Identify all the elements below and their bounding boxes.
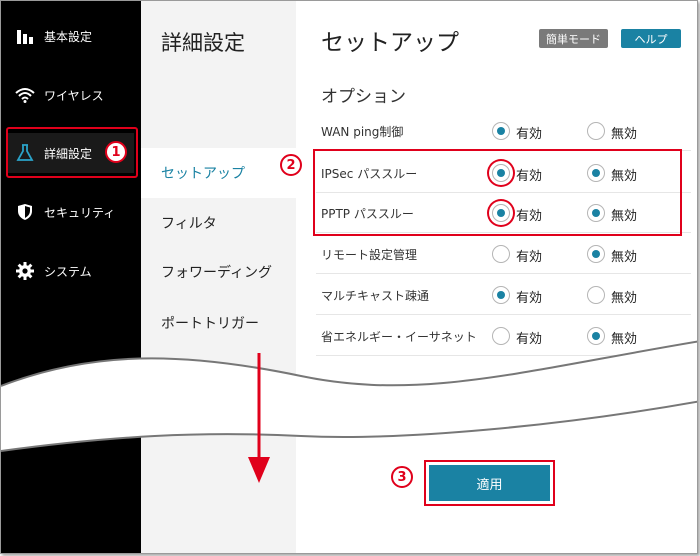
sidebar-item-label: セキュリティ	[44, 205, 116, 220]
option-label: WAN ping制御	[321, 125, 404, 139]
gear-icon	[15, 261, 35, 281]
page-title: セットアップ	[321, 30, 459, 56]
step-2-marker: 2	[280, 154, 302, 176]
option-row-remote-mgmt: リモート設定管理 有効 無効	[316, 234, 691, 274]
submenu-title: 詳細設定	[161, 31, 245, 55]
sidebar: 基本設定 ワイヤレス 詳細設定 セキュリティ システム 1	[1, 1, 141, 553]
option-row-multicast: マルチキャスト疎通 有効 無効	[316, 275, 691, 315]
submenu-item-filter[interactable]: フィルタ	[141, 198, 296, 248]
submenu-item-setup[interactable]: セットアップ	[141, 148, 296, 198]
wifi-icon	[15, 85, 35, 105]
down-arrow-icon	[248, 353, 270, 483]
shield-icon	[15, 202, 35, 222]
enable-radio[interactable]	[492, 245, 510, 263]
sidebar-item-label: システム	[44, 264, 92, 279]
help-button[interactable]: ヘルプ	[621, 29, 681, 48]
page-break-wave	[1, 340, 697, 452]
enable-label: 有効	[516, 127, 543, 142]
sidebar-item-basic[interactable]: 基本設定	[1, 16, 141, 56]
enable-radio[interactable]	[492, 286, 510, 304]
section-title: オプション	[321, 87, 406, 107]
step-3-marker: 3	[391, 466, 413, 488]
disable-radio[interactable]	[587, 122, 605, 140]
step-1-marker: 1	[105, 141, 127, 163]
screenshot-frame: 基本設定 ワイヤレス 詳細設定 セキュリティ システム 1 詳細設定 セットアッ…	[0, 0, 698, 554]
sidebar-item-security[interactable]: セキュリティ	[1, 192, 141, 232]
option-label: マルチキャスト疎通	[321, 289, 430, 303]
enable-label: 有効	[516, 250, 543, 265]
sidebar-item-wireless[interactable]: ワイヤレス	[1, 75, 141, 115]
submenu-item-forwarding[interactable]: フォワーディング	[141, 247, 296, 297]
sidebar-item-system[interactable]: システム	[1, 251, 141, 291]
option-label: リモート設定管理	[321, 248, 418, 262]
apply-button[interactable]: 適用	[429, 465, 550, 501]
sidebar-item-label: ワイヤレス	[44, 88, 104, 103]
bar-chart-icon	[15, 26, 35, 46]
disable-radio[interactable]	[587, 286, 605, 304]
enable-label: 有効	[516, 291, 543, 306]
disable-radio[interactable]	[587, 245, 605, 263]
disable-label: 無効	[611, 250, 638, 265]
highlight-box-passthrough	[313, 149, 682, 236]
enable-radio[interactable]	[492, 122, 510, 140]
simple-mode-button[interactable]: 簡単モード	[539, 29, 608, 48]
sidebar-item-label: 基本設定	[44, 29, 93, 44]
disable-label: 無効	[611, 291, 638, 306]
disable-label: 無効	[611, 127, 638, 142]
option-row-wan-ping: WAN ping制御 有効 無効	[316, 111, 691, 151]
